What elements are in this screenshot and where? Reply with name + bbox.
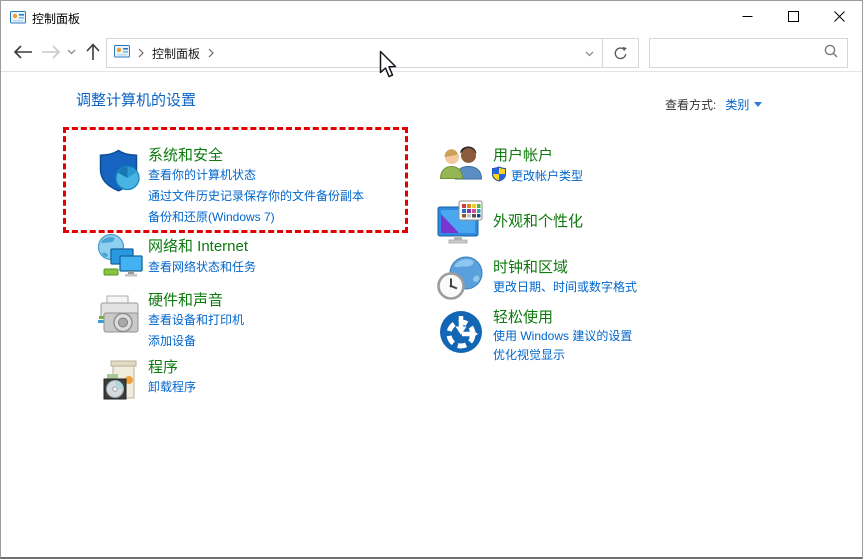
refresh-button[interactable] bbox=[602, 38, 639, 68]
link-uninstall-program[interactable]: 卸载程序 bbox=[148, 377, 196, 398]
two-users-icon[interactable] bbox=[437, 144, 485, 192]
category-system-security[interactable]: 系统和安全 bbox=[148, 144, 223, 165]
page-title: 调整计算机的设置 bbox=[76, 92, 197, 109]
maximize-button[interactable] bbox=[770, 1, 816, 32]
search-box[interactable] bbox=[649, 38, 848, 68]
address-bar[interactable]: 控制面板 bbox=[106, 38, 603, 68]
globe-clock-icon[interactable] bbox=[437, 254, 485, 302]
monitor-palette-icon[interactable] bbox=[437, 198, 485, 246]
printer-sound-icon[interactable] bbox=[96, 290, 144, 338]
control-panel-window: 控制面板 控制面板 调整计算机的设置 查看方式: 类别 系统和安全 查看你的计算… bbox=[0, 0, 863, 559]
user-accounts-link-row: 更改帐户类型 bbox=[491, 166, 583, 185]
link-change-account-type[interactable]: 更改帐户类型 bbox=[511, 167, 583, 184]
category-user-accounts[interactable]: 用户帐户 bbox=[493, 144, 553, 165]
security-shield-icon[interactable] bbox=[96, 146, 144, 194]
navigation-toolbar: 控制面板 bbox=[1, 33, 862, 72]
link-windows-suggest-settings[interactable]: 使用 Windows 建议的设置 bbox=[493, 327, 632, 346]
ease-of-access-links: 使用 Windows 建议的设置 优化视觉显示 bbox=[493, 327, 632, 365]
view-by-label: 查看方式: bbox=[665, 98, 717, 112]
category-appearance-personalization[interactable]: 外观和个性化 bbox=[493, 210, 583, 231]
forward-button[interactable] bbox=[39, 33, 63, 71]
hardware-sound-links: 查看设备和打印机 添加设备 bbox=[148, 310, 244, 352]
ease-of-access-icon[interactable] bbox=[437, 308, 485, 356]
breadcrumb-chevron-icon[interactable] bbox=[138, 48, 144, 58]
uac-shield-icon bbox=[491, 166, 507, 185]
link-view-devices-printers[interactable]: 查看设备和打印机 bbox=[148, 310, 244, 331]
titlebar[interactable]: 控制面板 bbox=[1, 1, 862, 33]
window-title: 控制面板 bbox=[32, 12, 81, 26]
category-ease-of-access[interactable]: 轻松使用 bbox=[493, 306, 553, 327]
search-icon[interactable] bbox=[824, 44, 838, 63]
category-clock-region[interactable]: 时钟和区域 bbox=[493, 256, 568, 277]
search-input[interactable] bbox=[659, 45, 824, 61]
address-dropdown-chevron-icon[interactable] bbox=[585, 44, 594, 62]
minimize-button[interactable] bbox=[724, 1, 770, 32]
network-globe-monitors-icon[interactable] bbox=[96, 233, 144, 281]
up-button[interactable] bbox=[81, 33, 105, 71]
link-check-computer-status[interactable]: 查看你的计算机状态 bbox=[148, 165, 364, 186]
system-security-links: 查看你的计算机状态 通过文件历史记录保存你的文件备份副本 备份和还原(Windo… bbox=[148, 165, 364, 228]
control-panel-icon bbox=[114, 43, 130, 64]
link-change-date-time-formats[interactable]: 更改日期、时间或数字格式 bbox=[493, 277, 637, 298]
category-network-internet[interactable]: 网络和 Internet bbox=[148, 235, 248, 256]
link-optimize-visual-display[interactable]: 优化视觉显示 bbox=[493, 346, 632, 365]
category-programs[interactable]: 程序 bbox=[148, 356, 178, 377]
clock-region-links: 更改日期、时间或数字格式 bbox=[493, 277, 637, 298]
category-hardware-sound[interactable]: 硬件和声音 bbox=[148, 289, 223, 310]
link-file-history-backup[interactable]: 通过文件历史记录保存你的文件备份副本 bbox=[148, 186, 364, 207]
link-add-device[interactable]: 添加设备 bbox=[148, 331, 244, 352]
network-internet-links: 查看网络状态和任务 bbox=[148, 257, 256, 278]
control-panel-icon bbox=[10, 9, 26, 30]
close-button[interactable] bbox=[816, 1, 862, 32]
view-by-caret-icon[interactable] bbox=[754, 102, 763, 107]
breadcrumb-chevron-icon[interactable] bbox=[208, 48, 214, 58]
link-backup-restore-win7[interactable]: 备份和还原(Windows 7) bbox=[148, 207, 364, 228]
programs-links: 卸载程序 bbox=[148, 377, 196, 398]
back-button[interactable] bbox=[11, 33, 35, 71]
view-by-value[interactable]: 类别 bbox=[725, 96, 749, 113]
breadcrumb-control-panel[interactable]: 控制面板 bbox=[152, 45, 200, 62]
software-box-cd-icon[interactable] bbox=[98, 357, 146, 405]
chevron-down-icon[interactable] bbox=[63, 33, 79, 71]
view-by-control: 查看方式: 类别 bbox=[665, 96, 763, 113]
link-view-network-status[interactable]: 查看网络状态和任务 bbox=[148, 257, 256, 278]
